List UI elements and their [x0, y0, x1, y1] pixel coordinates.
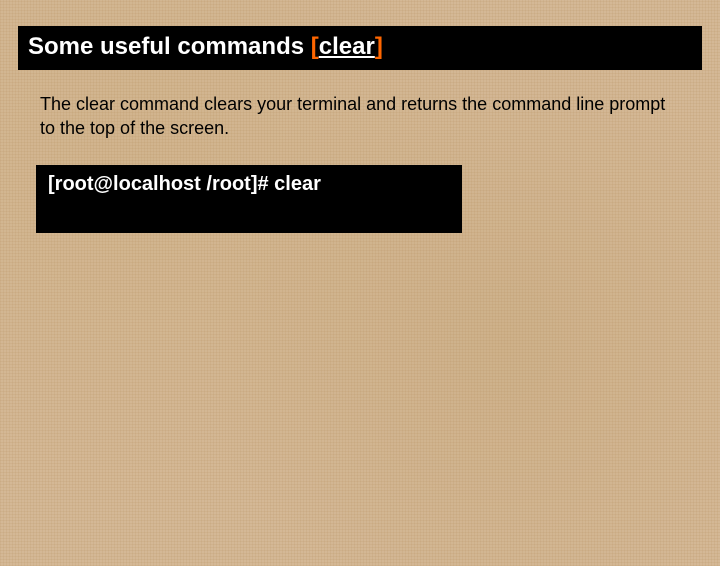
- title-prefix: Some useful commands: [28, 33, 311, 60]
- bracket-close: ]: [375, 33, 383, 60]
- slide-title-bar: Some useful commands [clear]: [18, 26, 702, 70]
- command-description: The clear command clears your terminal a…: [40, 92, 684, 141]
- slide-title: Some useful commands [clear]: [28, 33, 383, 61]
- bracket-open: [: [311, 33, 319, 60]
- title-command-name: clear: [319, 33, 375, 60]
- terminal-prompt-line: [root@localhost /root]# clear: [48, 173, 450, 196]
- terminal-window: [root@localhost /root]# clear: [36, 165, 462, 233]
